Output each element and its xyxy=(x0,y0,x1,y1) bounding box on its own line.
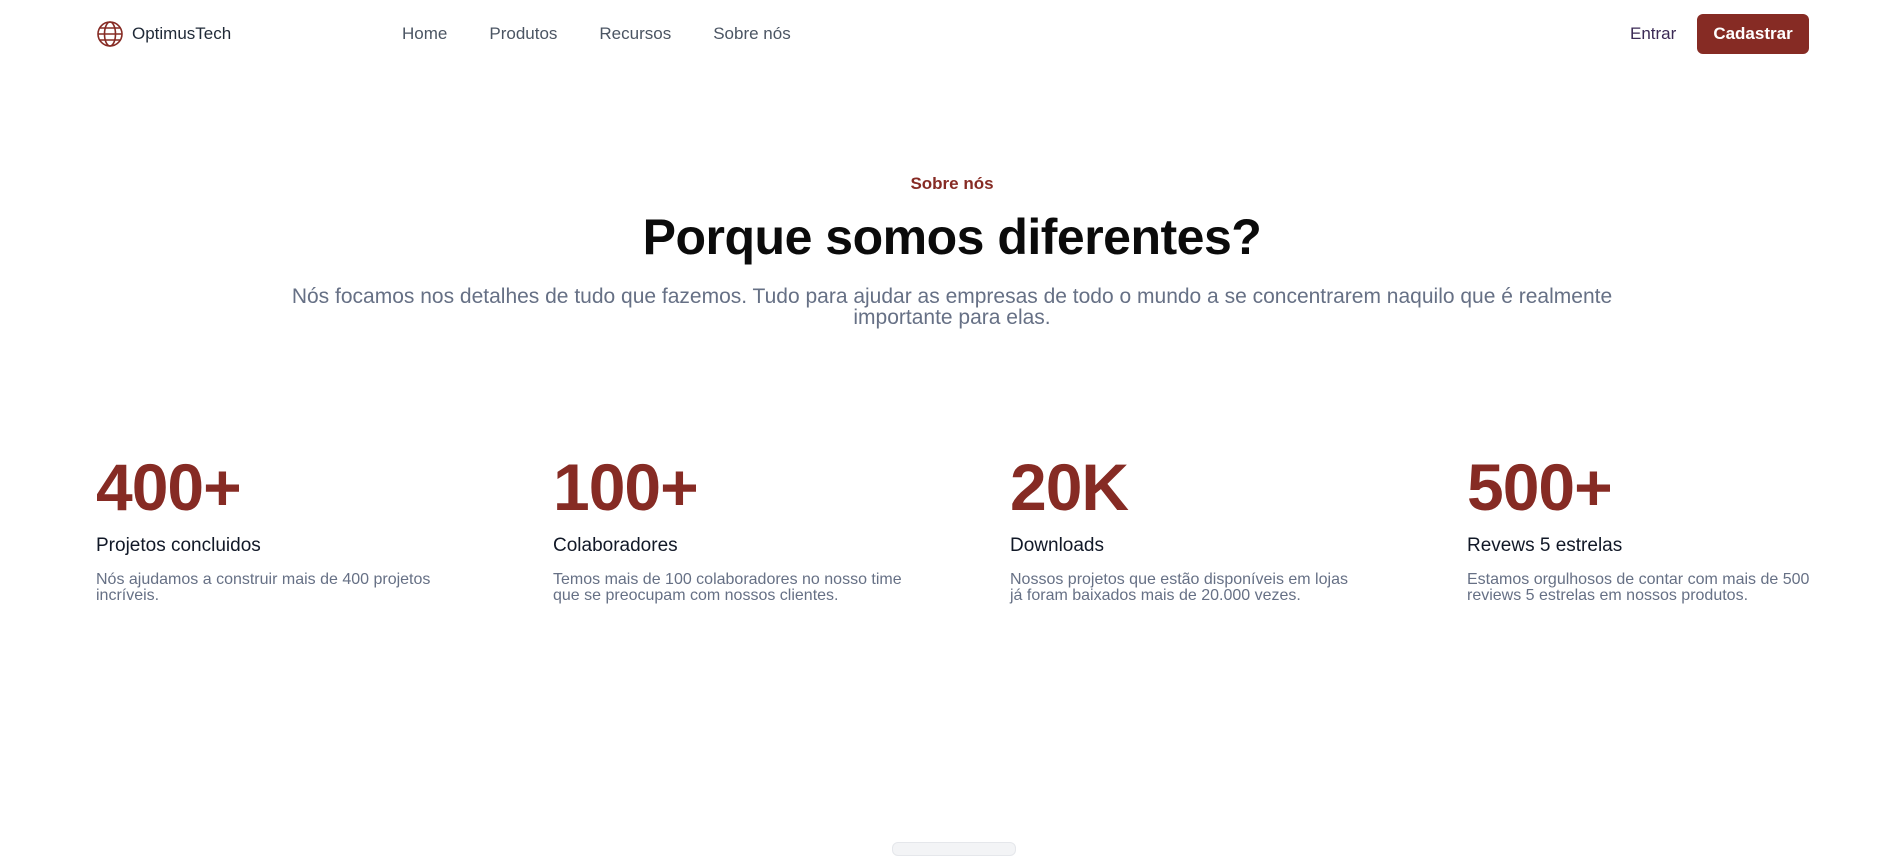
brand-logo[interactable]: OptimusTech xyxy=(96,20,231,48)
stat-value: 500+ xyxy=(1467,450,1613,524)
stat-card-downloads: 20K Downloads Nossos projetos que estão … xyxy=(1010,447,1430,604)
stat-label: Revews 5 estrelas xyxy=(1467,535,1623,556)
stat-description: Estamos orgulhosos de contar com mais de… xyxy=(1467,571,1810,604)
stat-value: 100+ xyxy=(553,450,699,524)
login-link[interactable]: Entrar xyxy=(1630,24,1676,44)
main-nav: Home Produtos Recursos Sobre nós xyxy=(402,24,791,44)
globe-icon xyxy=(96,20,124,48)
signup-button[interactable]: Cadastrar xyxy=(1697,14,1809,54)
brand-name: OptimusTech xyxy=(132,24,232,43)
stat-value: 20K xyxy=(1010,450,1129,524)
stat-value: 400+ xyxy=(96,450,242,524)
stat-card-reviews: 500+ Revews 5 estrelas Estamos orgulhoso… xyxy=(1467,447,1887,604)
stat-label: Colaboradores xyxy=(553,535,678,556)
stat-description: Nossos projetos que estão disponíveis em… xyxy=(1010,571,1348,604)
section-title: Porque somos diferentes? xyxy=(642,209,1262,265)
stat-card-collaborators: 100+ Colaboradores Temos mais de 100 col… xyxy=(553,447,973,604)
stat-description: Temos mais de 100 colaboradores no nosso… xyxy=(553,571,902,604)
section-eyebrow: Sobre nós xyxy=(910,174,994,193)
stat-label: Downloads xyxy=(1010,535,1104,556)
navbar: OptimusTech Home Produtos Recursos Sobre… xyxy=(0,0,1898,68)
stat-card-projects: 400+ Projetos concluidos Nós ajudamos a … xyxy=(96,447,516,604)
stat-label: Projetos concluidos xyxy=(96,535,261,556)
nav-link-produtos[interactable]: Produtos xyxy=(489,24,557,44)
stat-description: Nós ajudamos a construir mais de 400 pro… xyxy=(96,571,431,604)
section-subtitle: Nós focamos nos detalhes de tudo que faz… xyxy=(291,285,1613,329)
nav-link-recursos[interactable]: Recursos xyxy=(599,24,671,44)
nav-link-home[interactable]: Home xyxy=(402,24,447,44)
bottom-partial-element xyxy=(892,842,1016,856)
nav-link-sobre-nos[interactable]: Sobre nós xyxy=(713,24,791,44)
